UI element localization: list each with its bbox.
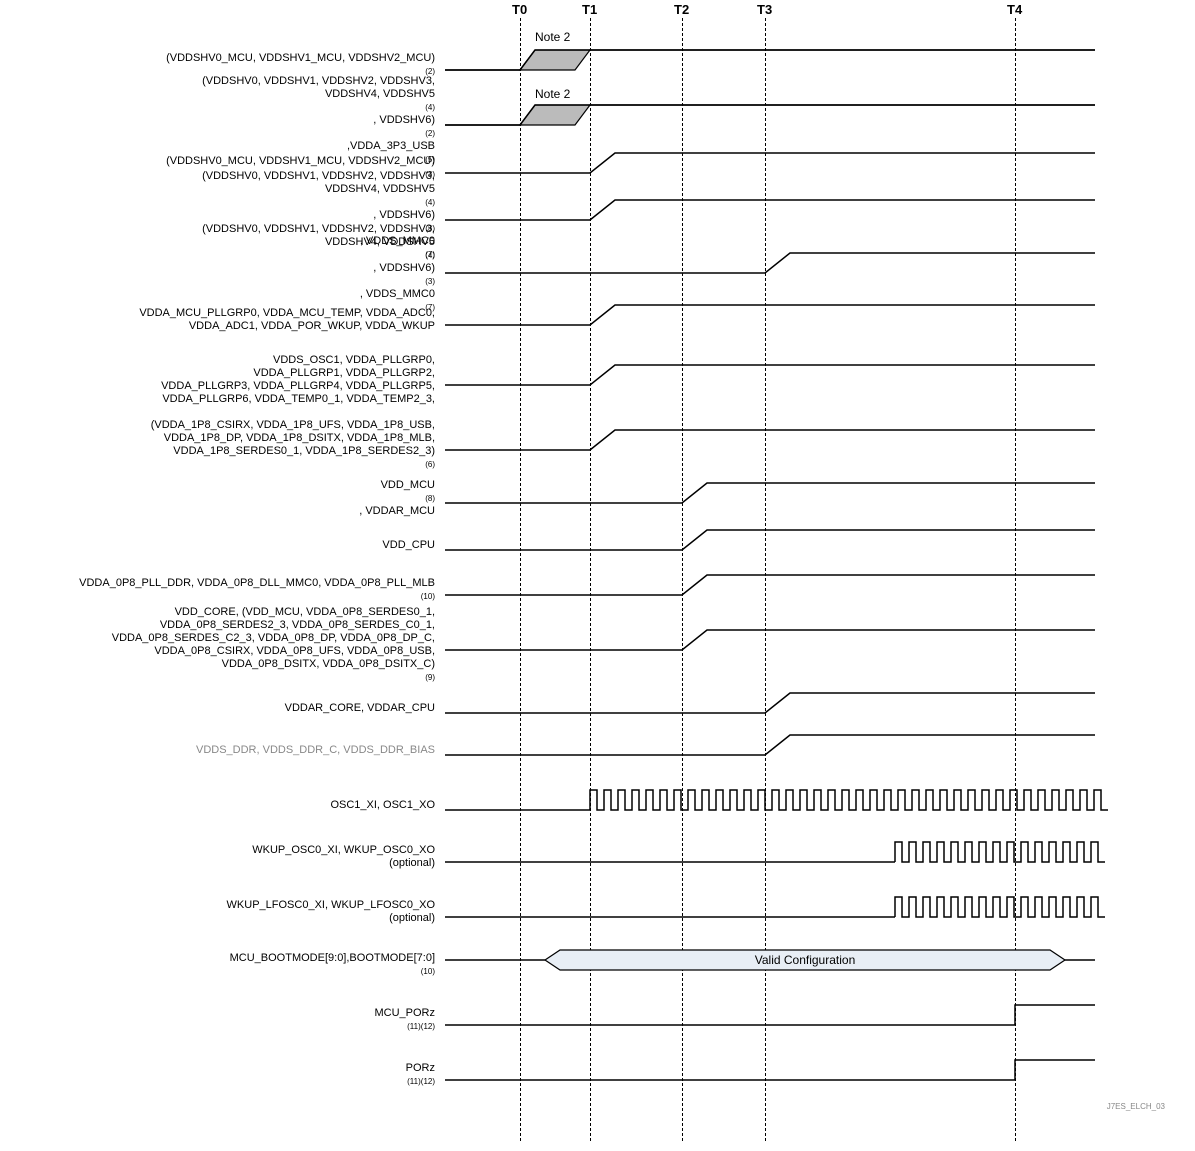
signal-label-8: VDD_MCU(8), VDDAR_MCU: [5, 478, 435, 518]
signal-row-12: VDDAR_CORE, VDDAR_CPU: [0, 688, 1195, 728]
time-marker-t2: T2: [674, 2, 689, 17]
signal-row-10: VDDA_0P8_PLL_DDR, VDDA_0P8_DLL_MMC0, VDD…: [0, 570, 1195, 610]
signal-label-9: VDD_CPU: [5, 525, 435, 565]
signal-label-7: (VDDA_1P8_CSIRX, VDDA_1P8_UFS, VDDA_1P8_…: [5, 425, 435, 465]
signal-label-4: (VDDSHV0, VDDSHV1, VDDSHV2, VDDSHV3,VDDS…: [5, 248, 435, 288]
signal-row-4: (VDDSHV0, VDDSHV1, VDDSHV2, VDDSHV3,VDDS…: [0, 248, 1195, 288]
signal-row-6: VDDS_OSC1, VDDA_PLLGRP0,VDDA_PLLGRP1, VD…: [0, 360, 1195, 400]
signal-row-15: WKUP_OSC0_XI, WKUP_OSC0_XO(optional): [0, 837, 1195, 877]
signal-row-13: VDDS_DDR, VDDS_DDR_C, VDDS_DDR_BIAS: [0, 730, 1195, 770]
signal-label-16: WKUP_LFOSC0_XI, WKUP_LFOSC0_XO(optional): [5, 892, 435, 932]
signal-label-13: VDDS_DDR, VDDS_DDR_C, VDDS_DDR_BIAS: [5, 730, 435, 770]
signal-label-6: VDDS_OSC1, VDDA_PLLGRP0,VDDA_PLLGRP1, VD…: [5, 360, 435, 400]
signal-row-5: VDDA_MCU_PLLGRP0, VDDA_MCU_TEMP, VDDA_AD…: [0, 300, 1195, 340]
signal-row-17: MCU_BOOTMODE[9:0],BOOTMODE[7:0](10): [0, 945, 1195, 985]
signal-row-1: (VDDSHV0, VDDSHV1, VDDSHV2, VDDSHV3,VDDS…: [0, 100, 1195, 140]
signal-row-11: VDD_CORE, (VDD_MCU, VDDA_0P8_SERDES0_1,V…: [0, 625, 1195, 665]
time-marker-t1: T1: [582, 2, 597, 17]
annotation-note-0: Note 2: [535, 30, 570, 44]
signal-row-14: OSC1_XI, OSC1_XO: [0, 785, 1195, 825]
time-marker-t3: T3: [757, 2, 772, 17]
time-marker-t0: T0: [512, 2, 527, 17]
signal-label-17: MCU_BOOTMODE[9:0],BOOTMODE[7:0](10): [5, 945, 435, 985]
signal-label-11: VDD_CORE, (VDD_MCU, VDDA_0P8_SERDES0_1,V…: [5, 625, 435, 665]
signal-row-7: (VDDA_1P8_CSIRX, VDDA_1P8_UFS, VDDA_1P8_…: [0, 425, 1195, 465]
signal-row-16: WKUP_LFOSC0_XI, WKUP_LFOSC0_XO(optional): [0, 892, 1195, 932]
signal-row-9: VDD_CPU: [0, 525, 1195, 565]
signal-row-8: VDD_MCU(8), VDDAR_MCU: [0, 478, 1195, 518]
signal-label-19: PORz(11)(12): [5, 1055, 435, 1095]
signal-row-18: MCU_PORz(11)(12): [0, 1000, 1195, 1040]
time-marker-t4: T4: [1007, 2, 1022, 17]
signal-label-10: VDDA_0P8_PLL_DDR, VDDA_0P8_DLL_MMC0, VDD…: [5, 570, 435, 610]
signal-label-18: MCU_PORz(11)(12): [5, 1000, 435, 1040]
signal-label-1: (VDDSHV0, VDDSHV1, VDDSHV2, VDDSHV3,VDDS…: [5, 100, 435, 140]
signal-row-19: PORz(11)(12): [0, 1055, 1195, 1095]
signal-label-15: WKUP_OSC0_XI, WKUP_OSC0_XO(optional): [5, 837, 435, 877]
diagram-id: J7ES_ELCH_03: [1107, 1102, 1165, 1111]
signal-label-5: VDDA_MCU_PLLGRP0, VDDA_MCU_TEMP, VDDA_AD…: [5, 300, 435, 340]
signal-label-14: OSC1_XI, OSC1_XO: [5, 785, 435, 825]
signal-label-12: VDDAR_CORE, VDDAR_CPU: [5, 688, 435, 728]
annotation-note-1: Note 2: [535, 87, 570, 101]
